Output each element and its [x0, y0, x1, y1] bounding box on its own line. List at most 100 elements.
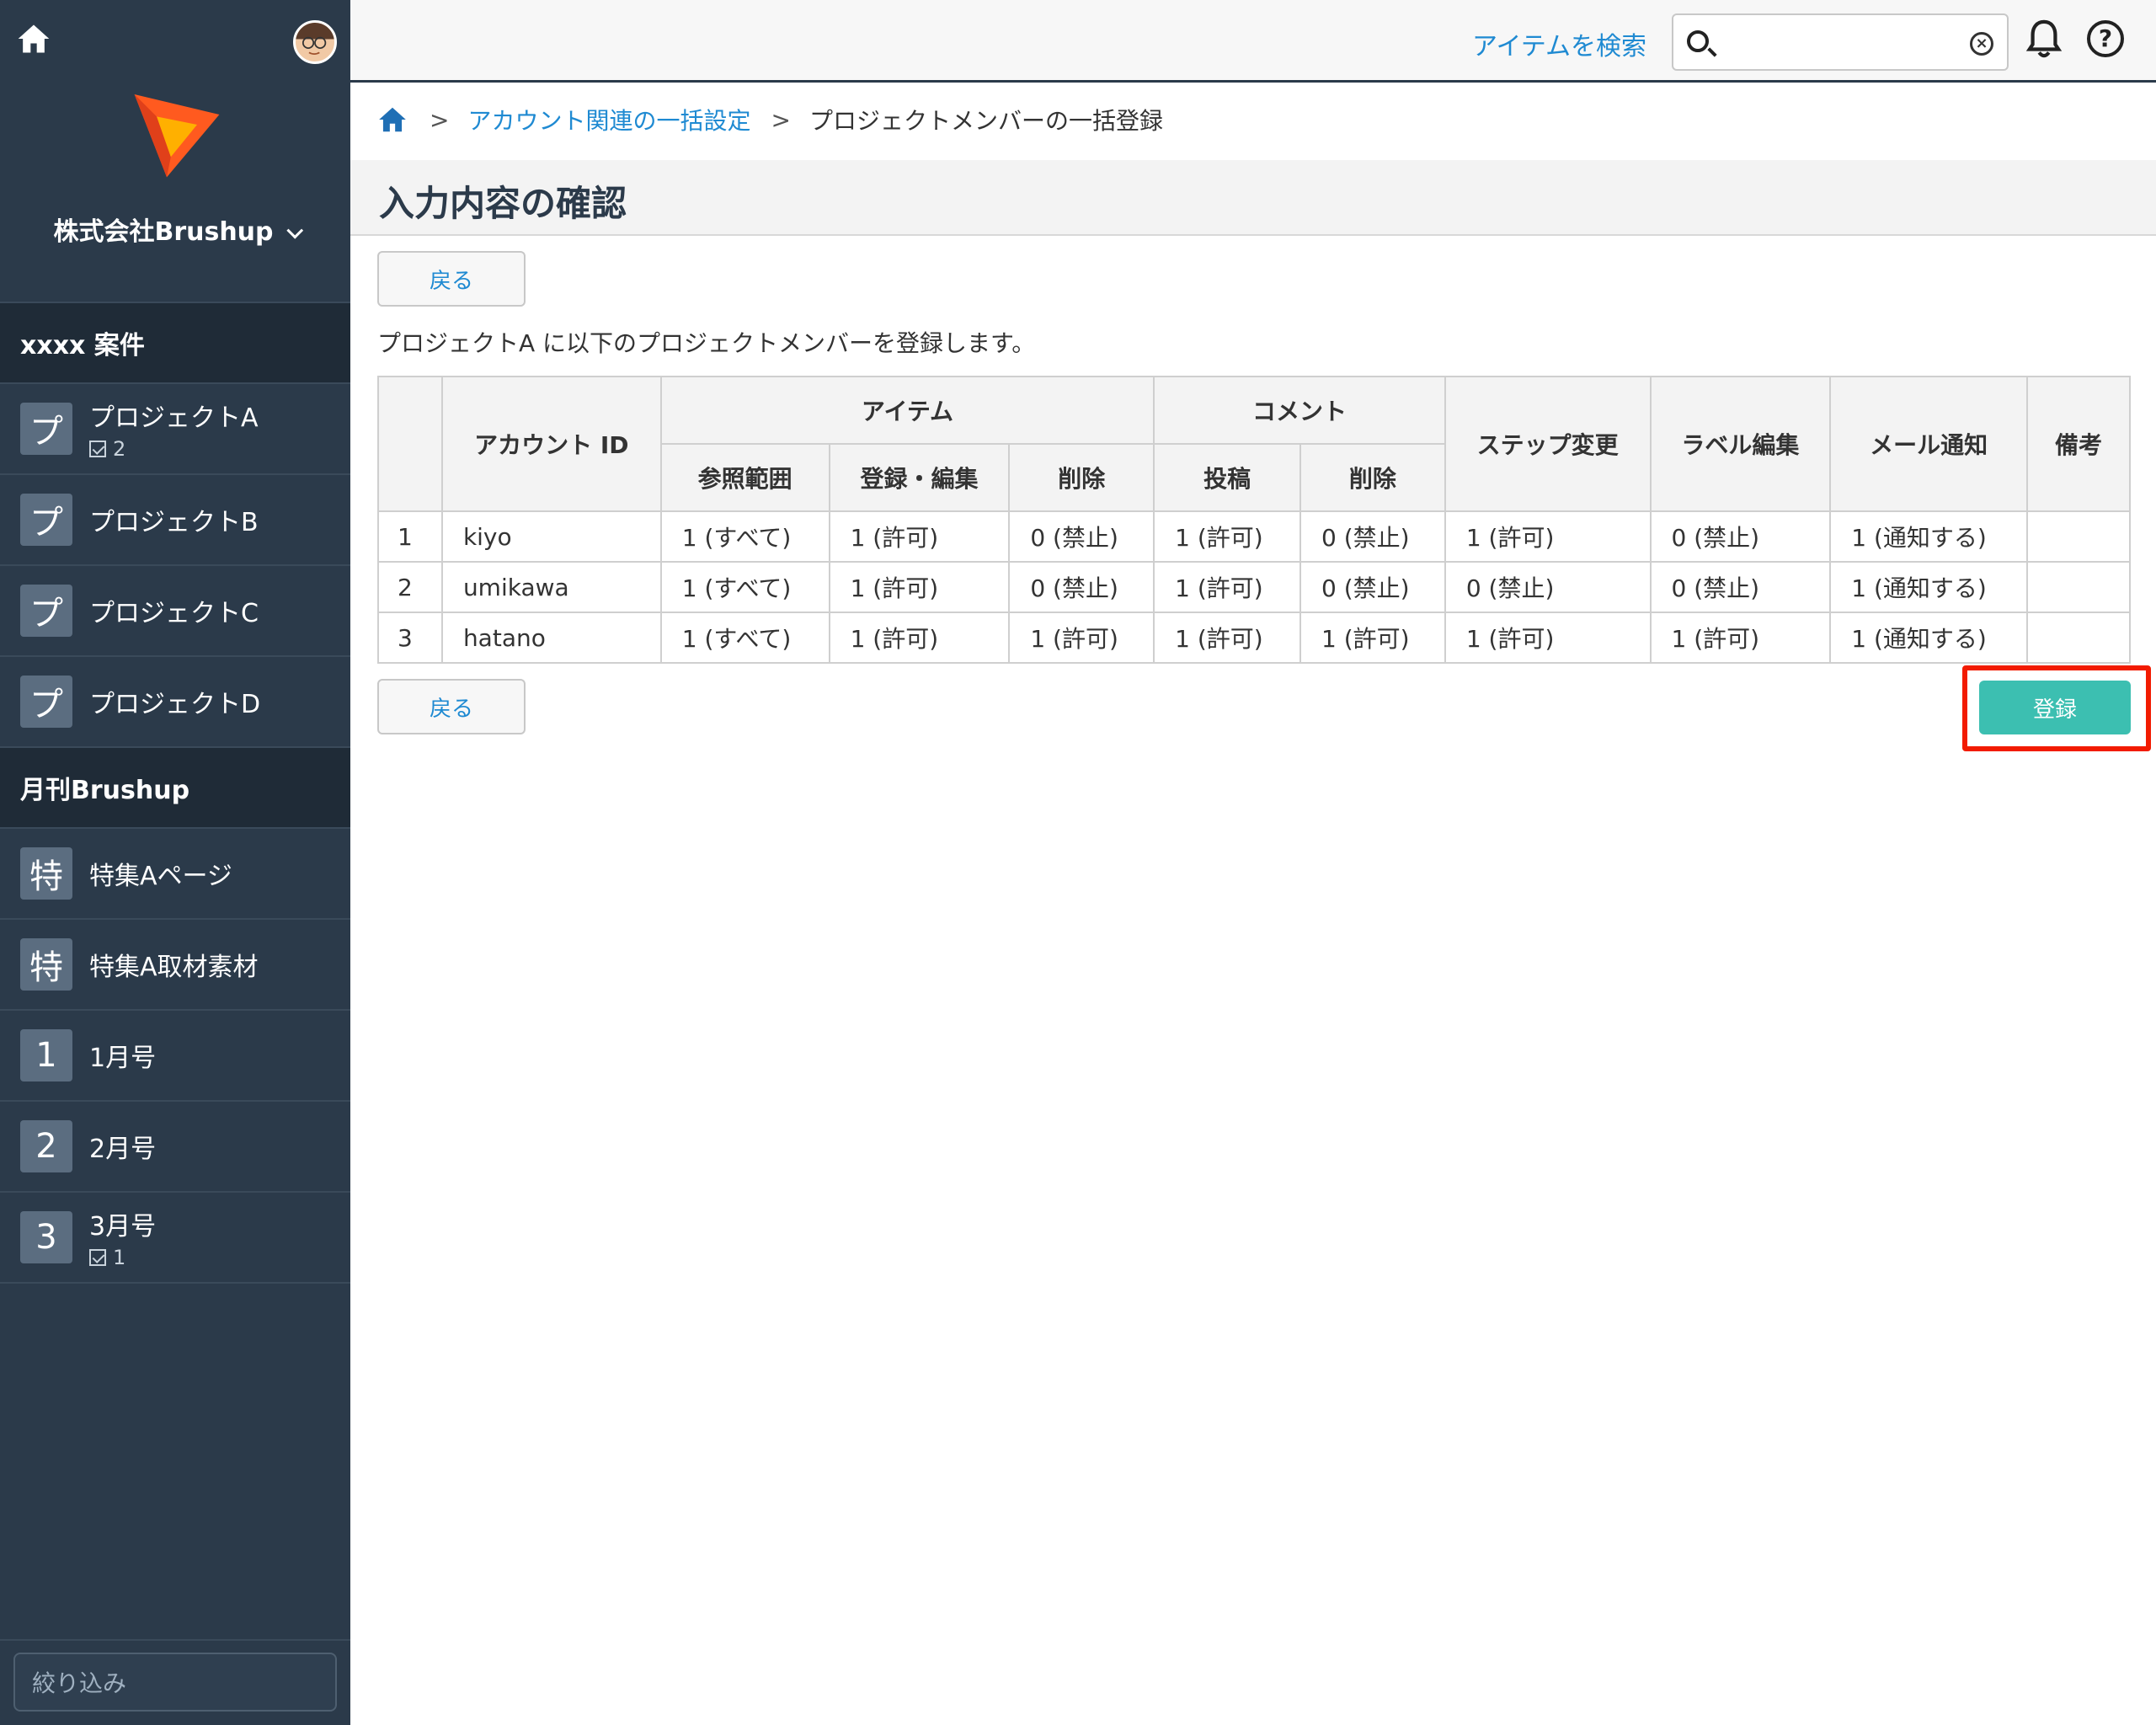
comment-delete-cell: 1 (許可) — [1299, 611, 1446, 664]
intro-text: プロジェクトA に以下のプロジェクトメンバーを登録します。 — [377, 329, 1036, 357]
comment-delete-cell: 0 (禁止) — [1299, 561, 1446, 613]
project-badge: プ — [20, 403, 72, 455]
sidebar-item-label: 1月号 — [89, 1044, 157, 1073]
project-badge: プ — [20, 585, 72, 637]
breadcrumb-parent-link[interactable]: アカウント関連の一括設定 — [467, 103, 750, 136]
mail-notify-cell: 1 (通知する) — [1829, 611, 2029, 664]
sidebar-item-label: プロジェクトB — [89, 508, 259, 537]
page-title: 入力内容の確認 — [379, 183, 627, 224]
bell-icon[interactable] — [2025, 19, 2063, 61]
item-edit-cell: 1 (許可) — [828, 510, 1011, 563]
comment-post-cell: 1 (許可) — [1153, 561, 1301, 613]
item-scope-cell: 1 (すべて) — [659, 611, 830, 664]
checkbox-icon — [89, 441, 106, 457]
header-comment: コメント — [1153, 376, 1446, 445]
sidebar-item-project-a[interactable]: プ プロジェクトA 2 — [0, 384, 350, 475]
account-id-cell: hatano — [440, 611, 662, 664]
sidebar-item-february[interactable]: 2 2月号 — [0, 1102, 350, 1193]
task-count: 2 — [89, 437, 259, 461]
account-id-cell: kiyo — [440, 510, 662, 563]
item-delete-cell: 0 (禁止) — [1008, 561, 1155, 613]
filter-input[interactable]: 絞り込み — [13, 1653, 337, 1712]
user-avatar[interactable] — [293, 20, 337, 64]
item-scope-cell: 1 (すべて) — [659, 510, 830, 563]
help-icon[interactable]: ? — [2087, 20, 2124, 57]
sidebar-item-january[interactable]: 1 1月号 — [0, 1011, 350, 1102]
task-count-value: 1 — [113, 1246, 126, 1269]
brushup-logo-icon — [134, 94, 220, 178]
home-icon[interactable] — [376, 104, 409, 136]
project-badge: 特 — [20, 847, 72, 900]
item-edit-cell: 1 (許可) — [828, 611, 1011, 664]
sidebar-group-title: 月刊Brushup — [0, 748, 350, 829]
breadcrumb-separator: > — [430, 105, 450, 134]
register-button[interactable]: 登録 — [1979, 681, 2131, 734]
sidebar-header: 株式会社Brushup — [0, 0, 350, 303]
label-edit-cell: 0 (禁止) — [1649, 561, 1832, 613]
breadcrumb: > アカウント関連の一括設定 > プロジェクトメンバーの一括登録 — [376, 101, 1163, 138]
header-comment-delete: 削除 — [1299, 443, 1446, 512]
sidebar-item-march[interactable]: 3 3月号 1 — [0, 1193, 350, 1284]
item-delete-cell: 1 (許可) — [1008, 611, 1155, 664]
sidebar-item-label: 3月号 — [89, 1212, 157, 1242]
mail-notify-cell: 1 (通知する) — [1829, 561, 2029, 613]
checkbox-icon — [89, 1249, 106, 1266]
header-number — [377, 376, 443, 512]
project-badge: 3 — [20, 1211, 72, 1263]
item-delete-cell: 0 (禁止) — [1008, 510, 1155, 563]
header-mail-notify: メール通知 — [1829, 376, 2029, 512]
account-id-cell: umikawa — [440, 561, 662, 613]
top-header: アイテムを検索 × ? — [350, 0, 2156, 83]
sidebar-item-feature-a-page[interactable]: 特 特集Aページ — [0, 829, 350, 920]
register-highlight: 登録 — [1962, 665, 2151, 751]
sidebar-item-project-b[interactable]: プ プロジェクトB — [0, 475, 350, 566]
project-badge: プ — [20, 676, 72, 728]
comment-post-cell: 1 (許可) — [1153, 510, 1301, 563]
divider — [0, 1639, 350, 1641]
project-badge: 1 — [20, 1029, 72, 1081]
remarks-cell — [2026, 510, 2131, 563]
home-icon[interactable] — [15, 20, 52, 57]
back-button[interactable]: 戻る — [377, 679, 526, 734]
sidebar-item-project-c[interactable]: プ プロジェクトC — [0, 566, 350, 657]
step-change-cell: 1 (許可) — [1444, 611, 1652, 664]
remarks-cell — [2026, 561, 2131, 613]
comment-delete-cell: 0 (禁止) — [1299, 510, 1446, 563]
project-badge: 特 — [20, 938, 72, 991]
sidebar-item-label: 2月号 — [89, 1135, 157, 1164]
item-search-link[interactable]: アイテムを検索 — [1472, 25, 1646, 62]
header-step-change: ステップ変更 — [1444, 376, 1652, 512]
step-change-cell: 1 (許可) — [1444, 510, 1652, 563]
table-row: 2 umikawa 1 (すべて) 1 (許可) 0 (禁止) 1 (許可) 0… — [377, 561, 2131, 613]
row-number: 1 — [377, 510, 443, 563]
header-comment-post: 投稿 — [1153, 443, 1301, 512]
project-badge: 2 — [20, 1120, 72, 1172]
clear-icon[interactable]: × — [1970, 32, 1993, 56]
search-icon — [1687, 30, 1709, 52]
item-edit-cell: 1 (許可) — [828, 561, 1011, 613]
header-remarks: 備考 — [2026, 376, 2131, 512]
comment-post-cell: 1 (許可) — [1153, 611, 1301, 664]
row-number: 3 — [377, 611, 443, 664]
table-row: 1 kiyo 1 (すべて) 1 (許可) 0 (禁止) 1 (許可) 0 (禁… — [377, 510, 2131, 563]
header-account-id: アカウント ID — [440, 376, 662, 512]
sidebar-item-feature-a-material[interactable]: 特 特集A取材素材 — [0, 920, 350, 1011]
label-edit-cell: 1 (許可) — [1649, 611, 1832, 664]
avatar-face-icon — [296, 23, 334, 56]
search-input[interactable]: × — [1672, 13, 2009, 71]
back-button[interactable]: 戻る — [377, 251, 526, 307]
step-change-cell: 0 (禁止) — [1444, 561, 1652, 613]
sidebar-item-label: プロジェクトC — [89, 599, 259, 628]
sidebar: 株式会社Brushup xxxx 案件 プ プロジェクトA 2 プ プロジェクト… — [0, 0, 350, 1725]
sidebar-item-label: 特集A取材素材 — [89, 953, 259, 982]
label-edit-cell: 0 (禁止) — [1649, 510, 1832, 563]
company-switcher[interactable]: 株式会社Brushup — [0, 211, 350, 248]
sidebar-item-project-d[interactable]: プ プロジェクトD — [0, 657, 350, 748]
item-scope-cell: 1 (すべて) — [659, 561, 830, 613]
project-badge: プ — [20, 494, 72, 546]
task-count-value: 2 — [113, 437, 126, 461]
breadcrumb-current: プロジェクトメンバーの一括登録 — [808, 107, 1163, 135]
members-table: アカウント ID アイテム コメント ステップ変更 ラベル編集 メール通知 備考… — [377, 376, 2131, 664]
sidebar-item-label: プロジェクトA — [89, 403, 259, 433]
sidebar-item-label: プロジェクトD — [89, 690, 261, 719]
